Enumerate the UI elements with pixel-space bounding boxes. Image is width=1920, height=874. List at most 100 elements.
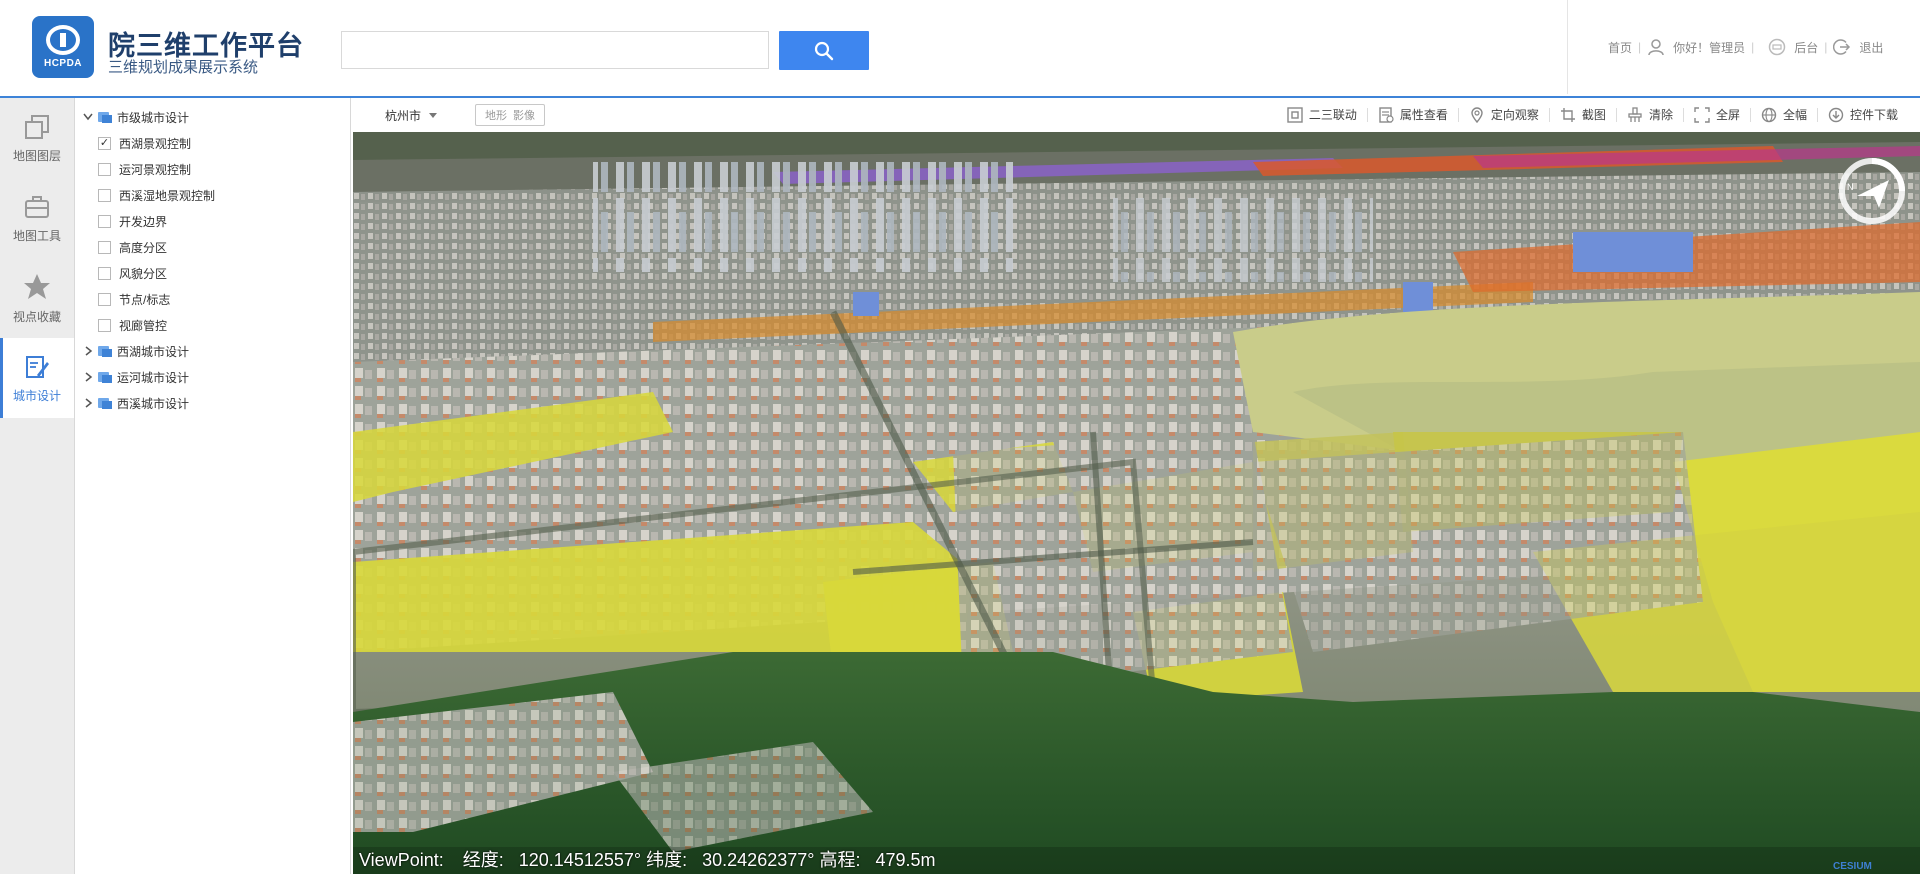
- tree-group-xihu[interactable]: 西湖城市设计: [82, 340, 189, 362]
- tree-item-label: 西湖景观控制: [119, 136, 192, 151]
- search-button[interactable]: [779, 31, 869, 70]
- globe-icon: [1761, 107, 1777, 122]
- backend-link[interactable]: 后台: [1768, 38, 1818, 56]
- tree-node-label: 西溪城市设计: [117, 396, 190, 411]
- toggle-terrain[interactable]: 地形: [485, 107, 507, 123]
- tree-item-xihu-landscape[interactable]: ✓ 西湖景观控制: [98, 132, 191, 154]
- logout-link[interactable]: 退出: [1833, 38, 1883, 56]
- checkbox[interactable]: [98, 240, 111, 254]
- tool-divider: [1615, 107, 1617, 122]
- longitude-value: 120.14512557°: [518, 850, 642, 870]
- tool-label: 控件下载: [1849, 108, 1898, 122]
- tool-divider: [1548, 107, 1550, 122]
- dual-view-icon: [1287, 106, 1303, 123]
- tool-label: 二三联动: [1308, 108, 1357, 122]
- user-greeting[interactable]: 你好！管理员: [1647, 38, 1745, 56]
- link-separator: |: [1751, 40, 1755, 54]
- longitude-label: 经度:: [462, 850, 504, 870]
- tool-fullscreen[interactable]: 全屏: [1694, 106, 1740, 123]
- toggle-imagery[interactable]: 影像: [513, 107, 535, 123]
- terrain-imagery-toggle[interactable]: 地形 影像: [475, 104, 545, 126]
- tree-item-dev-boundary[interactable]: 开发边界: [98, 210, 167, 232]
- tree-group-canal[interactable]: 运河城市设计: [82, 366, 189, 388]
- tree-item-view-corridor[interactable]: 视廊管控: [98, 314, 167, 336]
- tool-divider: [1682, 107, 1684, 122]
- link-separator: |: [1824, 40, 1828, 54]
- clear-icon: [1628, 106, 1642, 122]
- tree-group-xixi[interactable]: 西溪城市设计: [82, 392, 189, 414]
- city-dropdown[interactable]: 杭州市: [385, 107, 438, 124]
- tool-directed-observe[interactable]: 定向观察: [1469, 106, 1539, 123]
- hcpda-logo[interactable]: HCPDA: [32, 16, 94, 78]
- checkbox[interactable]: [98, 162, 111, 176]
- map-panel: 杭州市 地形 影像 二三联动 属性查看 定向观察 截图 清除 全屏 全幅 控件下…: [353, 98, 1920, 874]
- layers-icon: [25, 114, 49, 139]
- tree-item-style-zoning[interactable]: 风貌分区: [98, 262, 167, 284]
- header-divider: [1567, 0, 1568, 94]
- checkbox[interactable]: [98, 292, 111, 306]
- tool-clear[interactable]: 清除: [1627, 106, 1673, 123]
- tool-divider: [1816, 107, 1818, 122]
- app-subtitle: 三维规划成果展示系统: [108, 59, 259, 76]
- svg-text:N: N: [1847, 182, 1854, 192]
- tool-dual-view[interactable]: 二三联动: [1287, 106, 1357, 123]
- logout-text: 退出: [1859, 40, 1884, 55]
- left-nav-rail: 地图图层 地图工具 视点收藏 城市设计: [0, 98, 75, 874]
- tool-plugin-download[interactable]: 控件下载: [1828, 106, 1898, 123]
- folder-icon: [98, 111, 112, 123]
- map-tools: 二三联动 属性查看 定向观察 截图 清除 全屏 全幅 控件下载: [1277, 106, 1898, 123]
- tree-item-label: 西溪湿地景观控制: [119, 188, 216, 203]
- tree-item-height-zoning[interactable]: 高度分区: [98, 236, 167, 258]
- checkbox-checked[interactable]: ✓: [98, 136, 111, 150]
- tool-full-extent[interactable]: 全幅: [1761, 106, 1807, 123]
- tool-divider: [1749, 107, 1751, 122]
- rail-item-map-tools[interactable]: 地图工具: [0, 178, 74, 258]
- backend-text: 后台: [1794, 40, 1819, 55]
- fullscreen-icon: [1694, 106, 1710, 123]
- location-pin-icon: [1471, 106, 1483, 123]
- tool-divider: [1457, 107, 1459, 122]
- download-icon: [1828, 107, 1844, 122]
- rail-label: 地图工具: [12, 228, 61, 243]
- tree-node-label: 运河城市设计: [117, 370, 190, 385]
- chevron-right-icon: [85, 398, 93, 408]
- viewpoint-label: ViewPoint:: [359, 850, 444, 870]
- home-link[interactable]: 首页: [1608, 39, 1632, 56]
- tree-node-label: 西湖城市设计: [117, 344, 190, 359]
- logo-text: HCPDA: [43, 58, 83, 69]
- tree-item-canal-landscape[interactable]: 运河景观控制: [98, 158, 191, 180]
- search-icon: [814, 41, 834, 60]
- compass-icon[interactable]: N: [1837, 156, 1907, 226]
- tool-properties[interactable]: 属性查看: [1378, 106, 1448, 123]
- checkbox[interactable]: [98, 318, 111, 332]
- checkbox[interactable]: [98, 266, 111, 280]
- crop-icon: [1560, 107, 1575, 122]
- map-toolbar: 杭州市 地形 影像 二三联动 属性查看 定向观察 截图 清除 全屏 全幅 控件下…: [353, 98, 1920, 133]
- tree-item-label: 风貌分区: [119, 266, 168, 281]
- folder-icon: [98, 397, 112, 409]
- rail-label: 城市设计: [12, 388, 61, 403]
- tree-item-label: 运河景观控制: [119, 162, 192, 177]
- tree-item-xixi-wetland[interactable]: 西溪湿地景观控制: [98, 184, 215, 206]
- link-separator: |: [1638, 40, 1642, 54]
- city-scene-render: [353, 132, 1920, 874]
- tool-label: 全屏: [1715, 108, 1740, 122]
- chevron-down-icon: [83, 113, 93, 121]
- tool-label: 清除: [1648, 108, 1673, 122]
- checkbox[interactable]: [98, 188, 111, 202]
- tree-root-node[interactable]: 市级城市设计: [82, 106, 189, 128]
- tool-divider: [1366, 107, 1368, 122]
- rail-item-viewpoint-favorites[interactable]: 视点收藏: [0, 258, 74, 338]
- rail-item-city-design[interactable]: 城市设计: [0, 338, 74, 418]
- user-icon: [1648, 39, 1664, 56]
- 3d-map-viewport[interactable]: N ViewPoint: 经度: 120.14512557° 纬度: 30.24…: [353, 132, 1920, 874]
- latitude-label: 纬度:: [646, 850, 688, 870]
- tree-item-nodes-landmarks[interactable]: 节点/标志: [98, 288, 170, 310]
- tool-screenshot[interactable]: 截图: [1560, 106, 1606, 123]
- properties-icon: [1379, 106, 1394, 123]
- checkbox[interactable]: [98, 214, 111, 228]
- search-input[interactable]: [341, 31, 769, 69]
- altitude-value: 479.5m: [875, 850, 936, 870]
- star-icon: [24, 273, 50, 299]
- rail-item-map-layers[interactable]: 地图图层: [0, 98, 74, 178]
